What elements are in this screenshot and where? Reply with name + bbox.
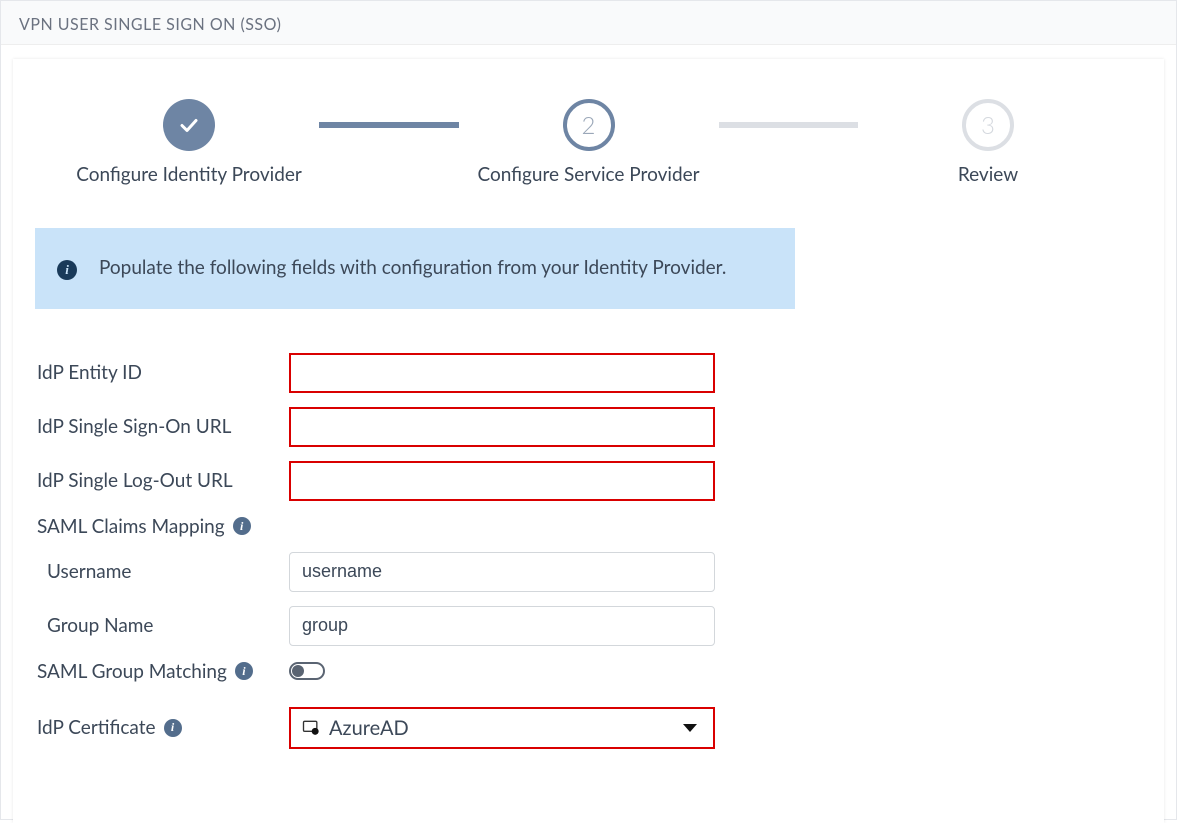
toggle-saml-group-matching[interactable]: [289, 662, 325, 680]
step-number-icon: 3: [962, 99, 1014, 151]
check-icon: [163, 99, 215, 151]
step-number-icon: 2: [563, 99, 615, 151]
input-idp-entity-id[interactable]: [289, 353, 715, 393]
row-idp-sso-url: IdP Single Sign-On URL: [35, 407, 1142, 447]
input-idp-sso-url[interactable]: [289, 407, 715, 447]
label-saml-group-matching: SAML Group Matching i: [35, 660, 289, 683]
label-saml-claims-mapping: SAML Claims Mapping i: [35, 515, 289, 538]
row-username: Username: [35, 552, 1142, 592]
label-text: SAML Claims Mapping: [37, 515, 225, 538]
step-label: Configure Service Provider: [477, 163, 699, 186]
info-banner: i Populate the following fields with con…: [35, 228, 795, 309]
step-connector: [719, 122, 859, 128]
chevron-down-icon: [683, 724, 697, 732]
step-label: Configure Identity Provider: [76, 163, 302, 186]
row-idp-certificate: IdP Certificate i AzureAD: [35, 707, 1142, 749]
label-idp-entity-id: IdP Entity ID: [35, 361, 289, 384]
label-username: Username: [35, 560, 289, 583]
wizard-card: Configure Identity Provider 2 Configure …: [13, 59, 1164, 823]
select-value: AzureAD: [329, 716, 675, 740]
select-idp-certificate[interactable]: AzureAD: [289, 707, 715, 749]
stepper: Configure Identity Provider 2 Configure …: [35, 81, 1142, 186]
step-configure-idp[interactable]: Configure Identity Provider: [59, 99, 319, 186]
row-saml-claims-mapping: SAML Claims Mapping i: [35, 515, 1142, 538]
row-idp-slo-url: IdP Single Log-Out URL: [35, 461, 1142, 501]
row-idp-entity-id: IdP Entity ID: [35, 353, 1142, 393]
step-connector: [319, 122, 459, 128]
input-idp-slo-url[interactable]: [289, 461, 715, 501]
sso-wizard-panel: VPN USER SINGLE SIGN ON (SSO) Configure …: [0, 0, 1177, 820]
panel-title: VPN USER SINGLE SIGN ON (SSO): [1, 1, 1176, 45]
step-label: Review: [958, 163, 1018, 186]
label-idp-slo-url: IdP Single Log-Out URL: [35, 469, 289, 492]
certificate-icon: [301, 718, 321, 738]
input-group-name[interactable]: [289, 606, 715, 646]
input-username[interactable]: [289, 552, 715, 592]
info-icon[interactable]: i: [233, 517, 251, 535]
label-text: IdP Certificate: [37, 716, 156, 739]
label-text: SAML Group Matching: [37, 660, 227, 683]
label-idp-certificate: IdP Certificate i: [35, 716, 289, 739]
info-text: Populate the following fields with confi…: [99, 254, 726, 283]
step-review[interactable]: 3 Review: [858, 99, 1118, 186]
row-saml-group-matching: SAML Group Matching i: [35, 660, 1142, 683]
label-idp-sso-url: IdP Single Sign-On URL: [35, 415, 289, 438]
idp-form: IdP Entity ID IdP Single Sign-On URL IdP…: [35, 353, 1142, 749]
step-configure-sp[interactable]: 2 Configure Service Provider: [459, 99, 719, 186]
toggle-knob: [292, 665, 304, 677]
info-icon[interactable]: i: [164, 719, 182, 737]
label-group-name: Group Name: [35, 614, 289, 637]
info-icon: i: [57, 260, 77, 280]
info-icon[interactable]: i: [235, 662, 253, 680]
row-group-name: Group Name: [35, 606, 1142, 646]
